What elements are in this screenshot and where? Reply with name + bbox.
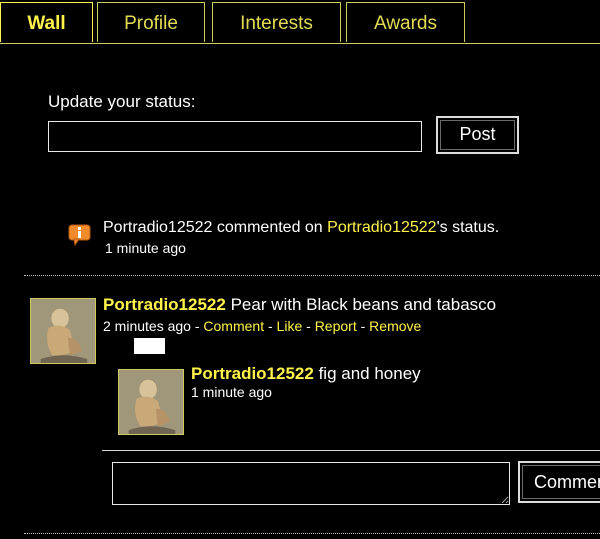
tab-wall[interactable]: Wall	[0, 2, 93, 42]
comment-author-link[interactable]: Portradio12522	[191, 364, 314, 383]
post-author-link[interactable]: Portradio12522	[103, 295, 226, 314]
comment-button[interactable]: Comment	[518, 461, 600, 503]
post-header: Portradio12522 Pear with Black beans and…	[103, 295, 496, 315]
notification-target-link[interactable]: Portradio12522	[327, 219, 436, 236]
divider-bottom	[24, 533, 600, 534]
tab-interests[interactable]: Interests	[212, 2, 341, 42]
tab-profile[interactable]: Profile	[97, 2, 205, 42]
post-sep: -	[264, 318, 277, 334]
notification-time: 1 minute ago	[105, 240, 186, 256]
tab-bar: Wall Profile Interests Awards	[0, 0, 600, 44]
divider-top	[24, 275, 600, 276]
comment-header: Portradio12522 fig and honey	[191, 364, 421, 384]
comment-avatar[interactable]	[118, 369, 184, 435]
comment-text: fig and honey	[313, 364, 421, 383]
tab-awards[interactable]: Awards	[346, 2, 465, 42]
comment-link[interactable]: Comment	[203, 318, 264, 334]
post-sep: -	[356, 318, 370, 334]
tab-baseline	[0, 43, 600, 44]
comment-separator	[102, 450, 600, 451]
post-placeholder-box	[134, 338, 165, 354]
post-meta: 2 minutes ago - Comment - Like - Report …	[103, 318, 421, 334]
post-text: Pear with Black beans and tabasco	[225, 295, 497, 314]
comment-input[interactable]	[112, 462, 510, 505]
post-avatar[interactable]	[30, 298, 96, 364]
like-link[interactable]: Like	[277, 318, 303, 334]
post-button[interactable]: Post	[436, 116, 519, 154]
report-link[interactable]: Report	[315, 318, 357, 334]
notification-suffix: 's status.	[436, 219, 500, 236]
status-input[interactable]	[48, 121, 422, 152]
notification-text: Portradio12522 commented on Portradio125…	[103, 219, 499, 237]
post-sep: -	[190, 318, 204, 334]
page: Wall Profile Interests Awards Update you…	[0, 0, 600, 539]
post-sep: -	[302, 318, 315, 334]
comment-time: 1 minute ago	[191, 384, 272, 400]
notification-icon	[68, 224, 91, 247]
remove-link[interactable]: Remove	[369, 318, 421, 334]
status-label: Update your status:	[48, 92, 196, 111]
notification-user: Portradio12522	[103, 219, 213, 236]
notification-action: commented on	[212, 219, 328, 236]
post-time: 2 minutes ago	[103, 318, 191, 334]
